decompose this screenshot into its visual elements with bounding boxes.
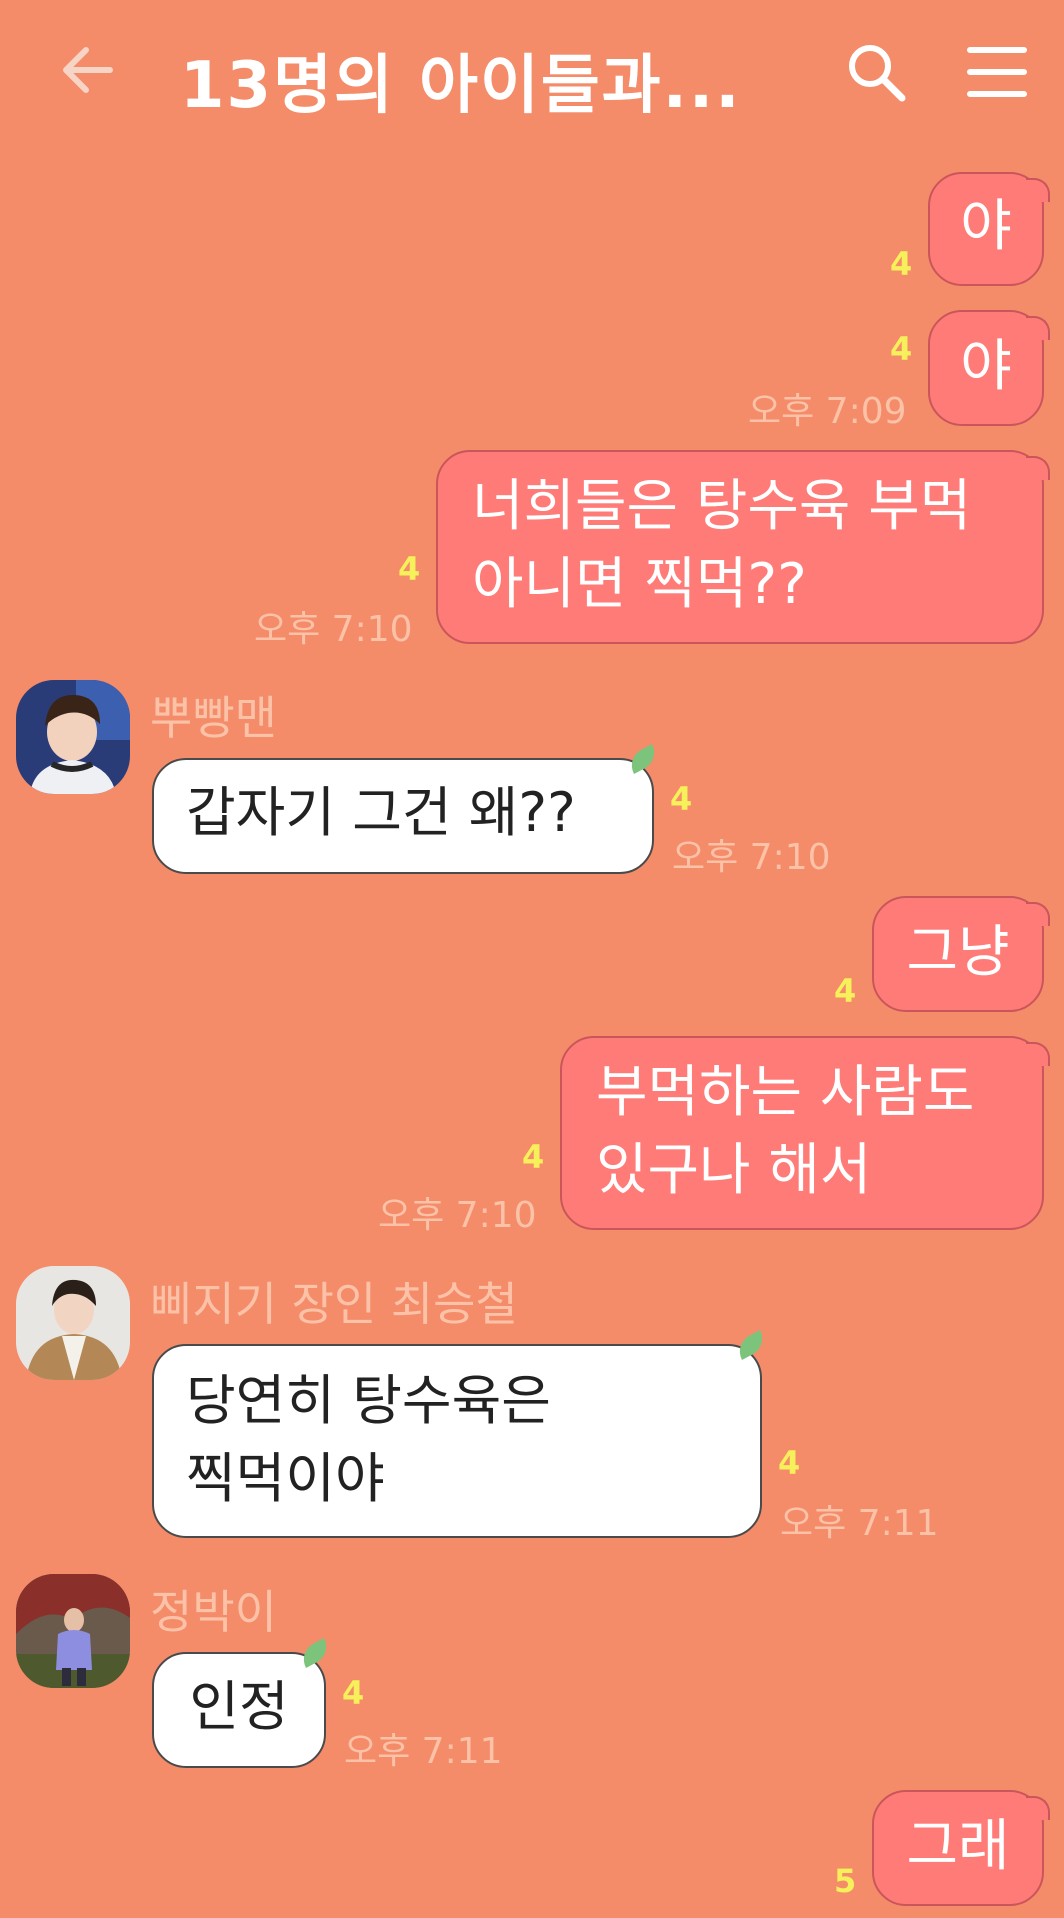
search-icon	[849, 45, 906, 102]
message-timestamp: 오후 7:09	[748, 391, 907, 432]
message-timestamp: 오후 7:11	[344, 1731, 503, 1772]
unread-count: 4	[834, 972, 857, 1010]
leaf-sticker-icon	[733, 1330, 769, 1360]
message-line: 너희들은 탕수육 부먹	[472, 474, 972, 539]
their-message-bubble[interactable]: 인정	[152, 1638, 333, 1768]
leaf-sticker-icon	[625, 744, 661, 774]
chat-title: 13명의 아이들과...	[180, 49, 742, 123]
unread-count: 4	[398, 550, 421, 588]
message-line: 부먹하는 사람도	[596, 1060, 975, 1125]
message-text: 야	[960, 194, 1012, 259]
profile-photo	[16, 1574, 130, 1688]
sender-name: 뿌빵맨	[150, 691, 277, 745]
avatar[interactable]	[16, 1266, 130, 1380]
unread-count: 4	[342, 1674, 365, 1712]
their-message-bubble[interactable]: 당연히 탕수육은 찍먹이야	[152, 1330, 769, 1538]
leaf-sticker-icon	[297, 1638, 333, 1668]
chat-header: 13명의 아이들과...	[0, 0, 1064, 150]
avatar[interactable]	[16, 680, 130, 794]
message-timestamp: 오후 7:11	[780, 1503, 939, 1544]
unread-count: 4	[890, 245, 913, 283]
profile-photo	[16, 680, 130, 794]
unread-count: 4	[778, 1444, 801, 1482]
unread-count: 4	[670, 780, 693, 818]
avatar[interactable]	[16, 1574, 130, 1688]
unread-count: 4	[890, 330, 913, 368]
unread-count: 4	[522, 1138, 545, 1176]
my-message-bubble[interactable]: 그냥	[872, 896, 1050, 1012]
my-message-bubble[interactable]: 부먹하는 사람도 있구나 해서	[560, 1036, 1050, 1230]
message-timestamp: 오후 7:10	[378, 1195, 537, 1236]
hamburger-menu-icon	[967, 47, 1027, 97]
my-message-bubble[interactable]: 너희들은 탕수육 부먹 아니면 찍먹??	[436, 450, 1050, 644]
back-button[interactable]	[58, 40, 118, 100]
sender-name: 정박이	[150, 1585, 277, 1639]
message-timestamp: 오후 7:10	[254, 609, 413, 650]
message-line: 아니면 찍먹??	[472, 552, 807, 617]
message-text: 인정	[189, 1675, 289, 1738]
sender-name: 삐지기 장인 최승철	[150, 1277, 518, 1331]
unread-count: 5	[834, 1862, 857, 1900]
my-message-bubble[interactable]: 야	[928, 172, 1050, 286]
menu-button[interactable]	[966, 44, 1028, 100]
message-text: 그래	[906, 1814, 1010, 1879]
my-message-bubble[interactable]: 그래	[872, 1790, 1050, 1906]
profile-photo	[16, 1266, 130, 1380]
message-timestamp: 오후 7:10	[672, 837, 831, 878]
message-text: 야	[960, 334, 1012, 399]
message-line: 당연히 탕수육은	[186, 1369, 551, 1432]
their-message-bubble[interactable]: 갑자기 그건 왜??	[152, 744, 661, 874]
message-text: 그냥	[906, 920, 1010, 985]
search-button[interactable]	[844, 40, 908, 104]
my-message-bubble[interactable]: 야	[928, 310, 1050, 426]
arrow-left-icon	[63, 47, 113, 93]
message-line: 찍먹이야	[186, 1447, 385, 1510]
message-text: 갑자기 그건 왜??	[186, 781, 576, 844]
message-line: 있구나 해서	[596, 1138, 872, 1203]
